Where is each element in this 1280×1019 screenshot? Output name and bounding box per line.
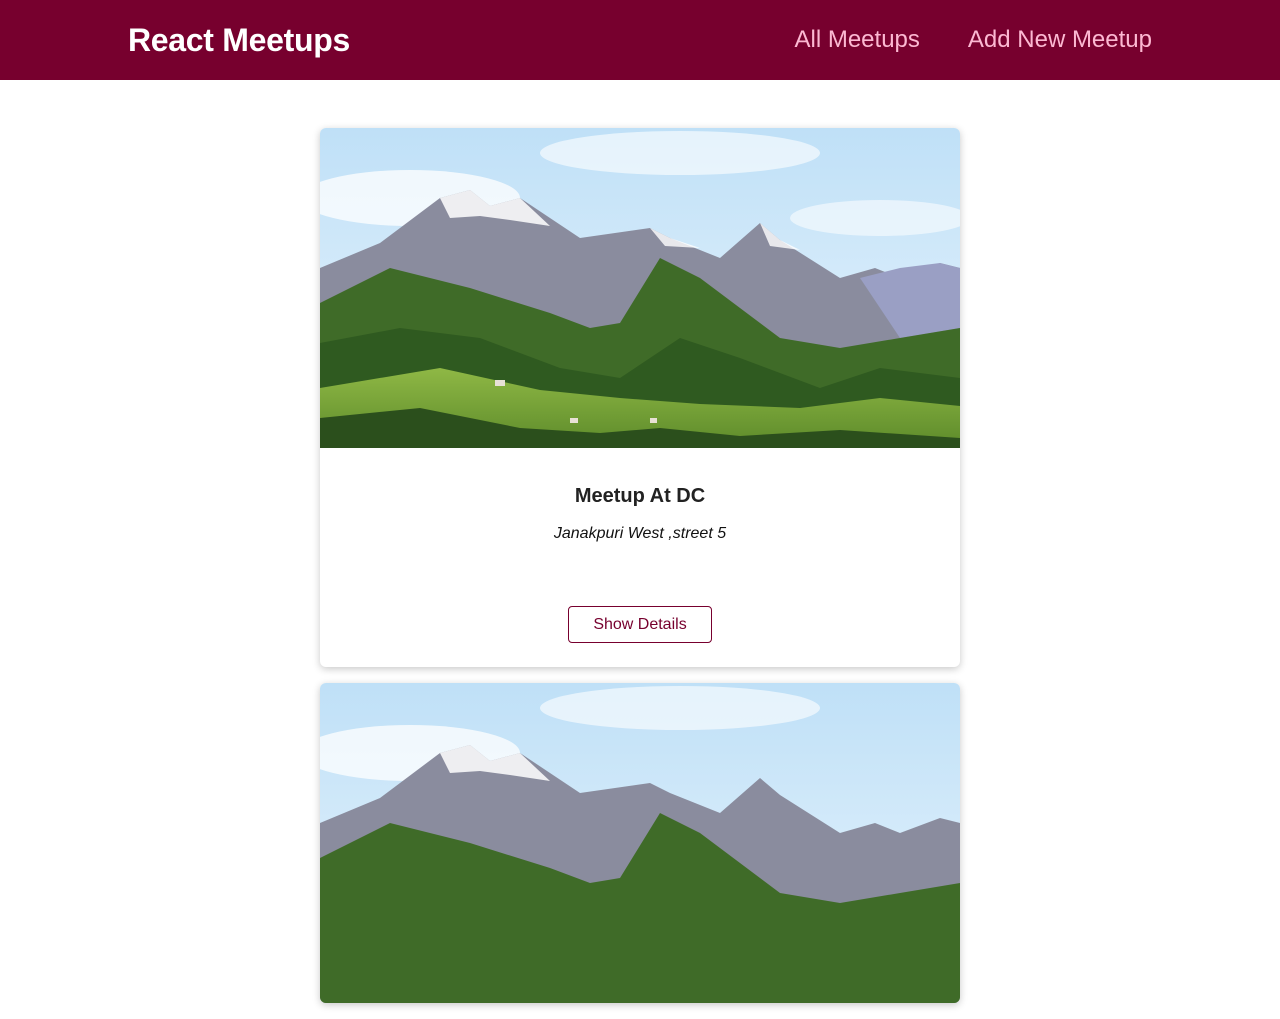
meetup-image [320, 683, 960, 1003]
nav-link-all-meetups[interactable]: All Meetups [795, 26, 920, 54]
meetup-card-actions: Show Details [320, 606, 960, 667]
app-logo-title: React Meetups [128, 21, 350, 58]
meetup-list: Meetup At DC Janakpuri West ,street 5 Sh… [320, 128, 960, 1019]
meetup-address: Janakpuri West ,street 5 [553, 525, 727, 542]
meetup-card-content: Meetup At DC Janakpuri West ,street 5 [320, 448, 960, 606]
meetup-card: Meetup At DC Janakpuri West ,street 5 Sh… [320, 128, 960, 667]
nav-link-add-new-meetup[interactable]: Add New Meetup [968, 26, 1152, 54]
show-details-button[interactable]: Show Details [568, 606, 712, 643]
main-header: React Meetups All Meetups Add New Meetup [0, 0, 1280, 80]
meetup-title: Meetup At DC [574, 485, 706, 507]
main-nav: All Meetups Add New Meetup [795, 26, 1153, 54]
meetup-image [320, 128, 960, 448]
meetup-card [320, 683, 960, 1003]
